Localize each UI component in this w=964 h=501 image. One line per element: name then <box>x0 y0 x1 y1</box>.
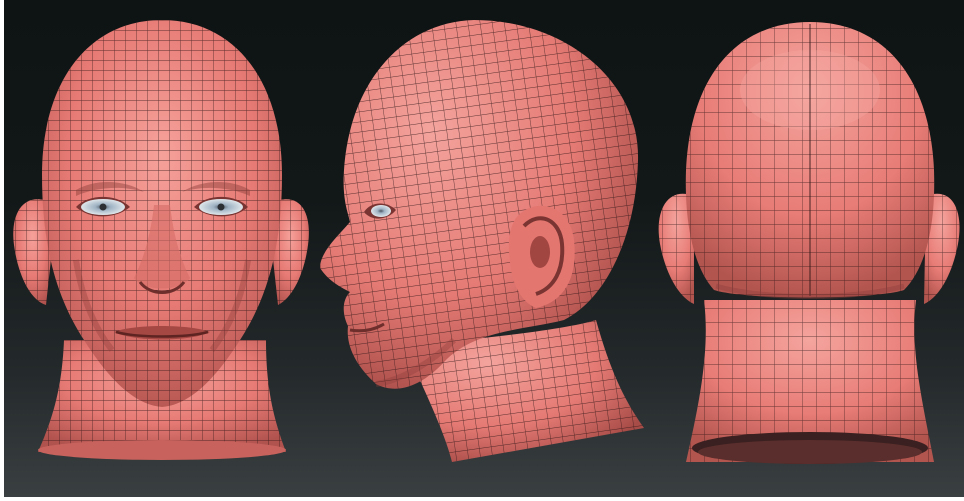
head-back-view <box>658 22 960 464</box>
head-front-view <box>13 20 309 460</box>
head-turnaround-render <box>13 20 960 464</box>
3d-viewport[interactable] <box>4 0 964 497</box>
head-side-view <box>320 20 644 462</box>
